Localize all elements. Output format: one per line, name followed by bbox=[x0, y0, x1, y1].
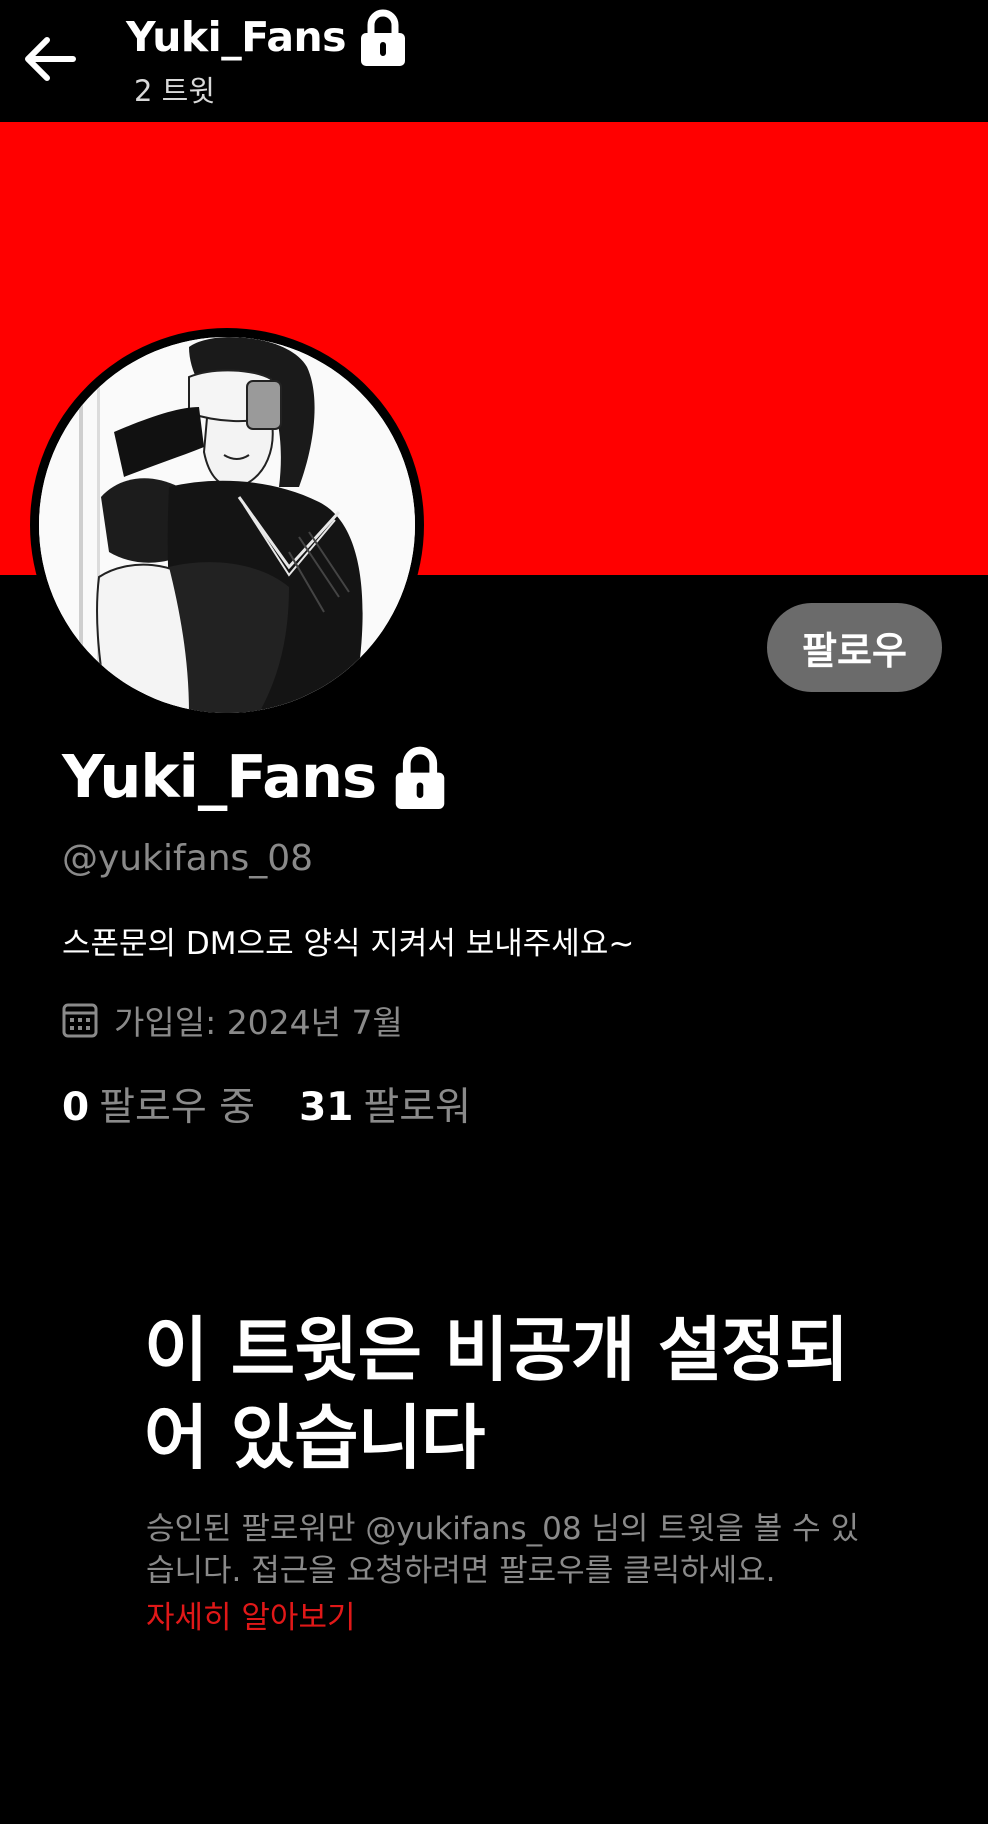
follow-stats: 0 팔로우 중 31 팔로워 bbox=[62, 1076, 471, 1132]
lock-icon bbox=[395, 746, 445, 809]
followers-label[interactable]: 팔로워 bbox=[363, 1076, 471, 1132]
manga-girl-avatar bbox=[39, 337, 415, 713]
followers-count[interactable]: 31 bbox=[299, 1085, 353, 1130]
header-name: Yuki_Fans bbox=[126, 13, 347, 61]
arrow-left-icon bbox=[25, 37, 76, 81]
top-bar: Yuki_Fans 2 트윗 bbox=[0, 0, 988, 122]
header-title: Yuki_Fans bbox=[126, 8, 406, 66]
lock-icon bbox=[361, 9, 406, 66]
private-notice-description: 승인된 팔로워만 @yukifans_08 님의 트윗을 볼 수 있습니다. 접… bbox=[146, 1511, 859, 1589]
learn-more-link[interactable]: 자세히 알아보기 bbox=[146, 1592, 356, 1637]
joined-text: 가입일: 2024년 7월 bbox=[114, 1003, 403, 1042]
joined-date: 가입일: 2024년 7월 bbox=[62, 996, 403, 1044]
profile-display-name: Yuki_Fans bbox=[62, 742, 377, 811]
tweet-count: 2 트윗 bbox=[134, 74, 216, 108]
following-label[interactable]: 팔로우 중 bbox=[99, 1076, 255, 1132]
avatar[interactable] bbox=[30, 328, 424, 722]
profile-bio: 스폰문의 DM으로 양식 지켜서 보내주세요~ bbox=[62, 926, 635, 962]
private-notice-title: 이 트윗은 비공개 설정되어 있습니다 bbox=[144, 1309, 849, 1479]
follow-button[interactable]: 팔로우 bbox=[767, 603, 942, 692]
calendar-icon bbox=[62, 1003, 98, 1038]
profile-handle: @yukifans_08 bbox=[62, 838, 314, 879]
following-count[interactable]: 0 bbox=[62, 1085, 89, 1130]
profile-page: Yuki_Fans 2 트윗 팔로우 Yuki_Fans @yukifans_0… bbox=[0, 0, 988, 1824]
back-button[interactable] bbox=[14, 24, 84, 94]
profile-name: Yuki_Fans bbox=[62, 742, 446, 811]
